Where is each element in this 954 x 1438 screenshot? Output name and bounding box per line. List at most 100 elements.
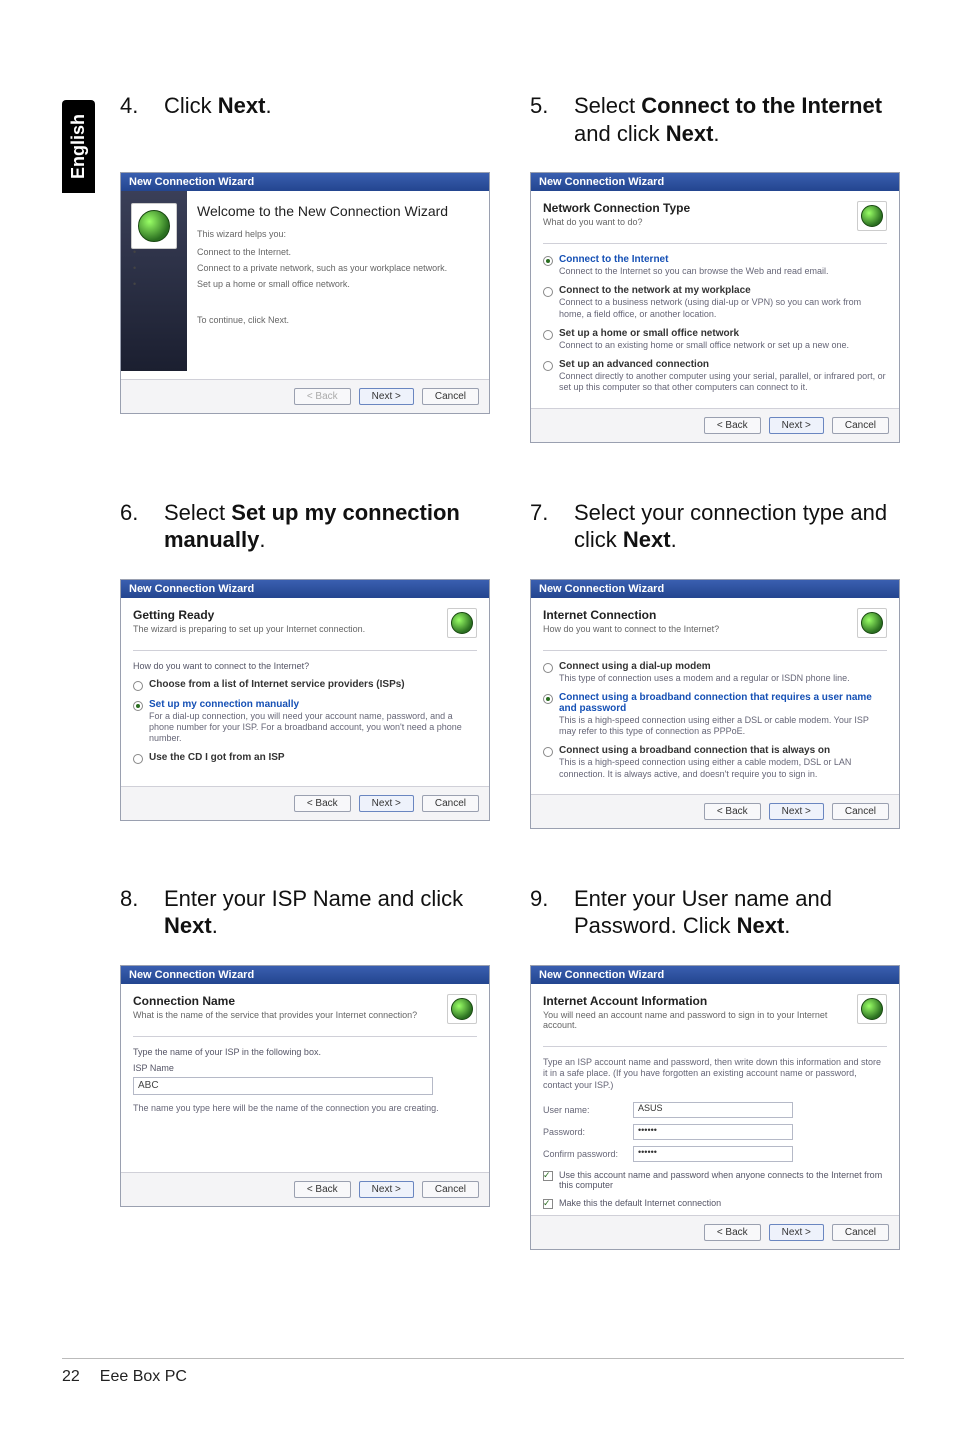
cancel-button[interactable]: Cancel — [422, 1181, 479, 1198]
radio-label: Set up a home or small office network — [559, 328, 849, 339]
radio-option[interactable]: Set up an advanced connection Connect di… — [543, 359, 887, 394]
radio-option[interactable]: Connect using a dial-up modem This type … — [543, 661, 887, 684]
bullet: Set up a home or small office network. — [133, 279, 477, 289]
step-5-heading: 5. Select Connect to the Internet and cl… — [530, 92, 900, 154]
checkbox-row[interactable]: Use this account name and password when … — [543, 1170, 887, 1190]
t: Next — [666, 121, 714, 146]
password-input[interactable]: •••••• — [633, 1124, 793, 1140]
t: Enter your ISP Name and click — [164, 886, 463, 911]
globe-icon — [131, 203, 177, 249]
next-button[interactable]: Next > — [769, 803, 824, 820]
step-number: 5. — [530, 92, 552, 120]
wizard-sub: What do you want to do? — [543, 217, 849, 227]
confirm-password-input[interactable]: •••••• — [633, 1146, 793, 1162]
confirm-password-label: Confirm password: — [543, 1149, 623, 1159]
wizard-account-info: New Connection Wizard Internet Account I… — [530, 965, 900, 1250]
radio-icon — [543, 361, 553, 371]
radio-option[interactable]: Connect using a broadband connection tha… — [543, 745, 887, 780]
globe-icon — [857, 201, 887, 231]
cancel-button[interactable]: Cancel — [832, 803, 889, 820]
t: . — [671, 527, 677, 552]
globe-icon — [447, 994, 477, 1024]
radio-option[interactable]: Connect to the Internet Connect to the I… — [543, 254, 887, 277]
radio-option[interactable]: Set up my connection manually For a dial… — [133, 699, 477, 745]
wizard-titlebar: New Connection Wizard — [121, 173, 489, 191]
radio-label: Connect using a broadband connection tha… — [559, 692, 887, 714]
t: . — [713, 121, 719, 146]
cancel-button[interactable]: Cancel — [422, 388, 479, 405]
step-8-heading: 8. Enter your ISP Name and click Next. — [120, 885, 490, 947]
t: Select your connection type and click — [574, 500, 887, 553]
username-input[interactable]: ASUS — [633, 1102, 793, 1118]
checkbox-icon — [543, 1199, 553, 1209]
radio-label: Connect using a broadband connection tha… — [559, 745, 887, 756]
next-button[interactable]: Next > — [359, 388, 414, 405]
step-9-heading: 9. Enter your User name and Password. Cl… — [530, 885, 900, 947]
radio-option[interactable]: Use the CD I got from an ISP — [133, 752, 477, 764]
radio-label: Set up my connection manually — [149, 699, 477, 710]
page-content: 4. Click Next. New Connection Wizard Wel… — [120, 92, 910, 1306]
step-number: 9. — [530, 885, 552, 913]
radio-label: Choose from a list of Internet service p… — [149, 679, 405, 690]
t: . — [259, 527, 265, 552]
wizard-titlebar: New Connection Wizard — [121, 966, 489, 984]
radio-icon — [543, 694, 553, 704]
back-button[interactable]: < Back — [704, 417, 761, 434]
radio-option[interactable]: Connect using a broadband connection tha… — [543, 692, 887, 738]
back-button[interactable]: < Back — [704, 1224, 761, 1241]
radio-option[interactable]: Set up a home or small office network Co… — [543, 328, 887, 351]
radio-icon — [133, 754, 143, 764]
back-button[interactable]: < Back — [294, 1181, 351, 1198]
step-text: Enter your User name and Password. Click… — [574, 885, 900, 940]
cancel-button[interactable]: Cancel — [832, 1224, 889, 1241]
page-footer: 22 Eee Box PC — [62, 1368, 187, 1386]
wizard-heading: Getting Ready — [133, 608, 439, 622]
wizard-connection-name: New Connection Wizard Connection Name Wh… — [120, 965, 490, 1207]
next-button[interactable]: Next > — [359, 795, 414, 812]
wizard-getting-ready: New Connection Wizard Getting Ready The … — [120, 579, 490, 821]
password-label: Password: — [543, 1127, 623, 1137]
back-button[interactable]: < Back — [704, 803, 761, 820]
t: Enter your User name and Password. Click — [574, 886, 832, 939]
checkbox-label: Use this account name and password when … — [559, 1170, 887, 1190]
radio-label: Set up an advanced connection — [559, 359, 887, 370]
checkbox-row[interactable]: Make this the default Internet connectio… — [543, 1198, 887, 1209]
back-button[interactable]: < Back — [294, 795, 351, 812]
step-6-heading: 6. Select Set up my connection manually. — [120, 499, 490, 561]
cancel-button[interactable]: Cancel — [832, 417, 889, 434]
t: . — [784, 913, 790, 938]
isp-name-input[interactable]: ABC — [133, 1077, 433, 1095]
wizard-heading: Network Connection Type — [543, 201, 849, 215]
step-number: 7. — [530, 499, 552, 527]
next-button[interactable]: Next > — [769, 1224, 824, 1241]
globe-icon — [447, 608, 477, 638]
wizard-titlebar: New Connection Wizard — [121, 580, 489, 598]
wizard-lead: Type an ISP account name and password, t… — [543, 1057, 887, 1092]
step-number: 4. — [120, 92, 142, 120]
radio-desc: For a dial-up connection, you will need … — [149, 711, 477, 745]
back-button[interactable]: < Back — [294, 388, 351, 405]
radio-option[interactable]: Connect to the network at my workplace C… — [543, 285, 887, 320]
cancel-button[interactable]: Cancel — [422, 795, 479, 812]
step-text: Select Set up my connection manually. — [164, 499, 490, 554]
next-button[interactable]: Next > — [769, 417, 824, 434]
globe-icon — [857, 994, 887, 1024]
radio-option[interactable]: Choose from a list of Internet service p… — [133, 679, 477, 691]
radio-desc: This is a high-speed connection using ei… — [559, 757, 887, 780]
radio-label: Use the CD I got from an ISP — [149, 752, 285, 763]
radio-desc: Connect to the Internet so you can brows… — [559, 266, 829, 277]
globe-icon — [857, 608, 887, 638]
t: . — [212, 913, 218, 938]
isp-name-label: ISP Name — [133, 1063, 477, 1073]
wizard-titlebar: New Connection Wizard — [531, 580, 899, 598]
radio-icon — [543, 256, 553, 266]
wizard-bullets: Connect to the Internet. Connect to a pr… — [133, 247, 477, 289]
next-button[interactable]: Next > — [359, 1181, 414, 1198]
wizard-question: How do you want to connect to the Intern… — [133, 661, 477, 671]
t: Next — [623, 527, 671, 552]
radio-icon — [543, 663, 553, 673]
radio-desc: This is a high-speed connection using ei… — [559, 715, 887, 738]
step-text: Select your connection type and click Ne… — [574, 499, 900, 554]
radio-desc: Connect to a business network (using dia… — [559, 297, 887, 320]
step-number: 8. — [120, 885, 142, 913]
